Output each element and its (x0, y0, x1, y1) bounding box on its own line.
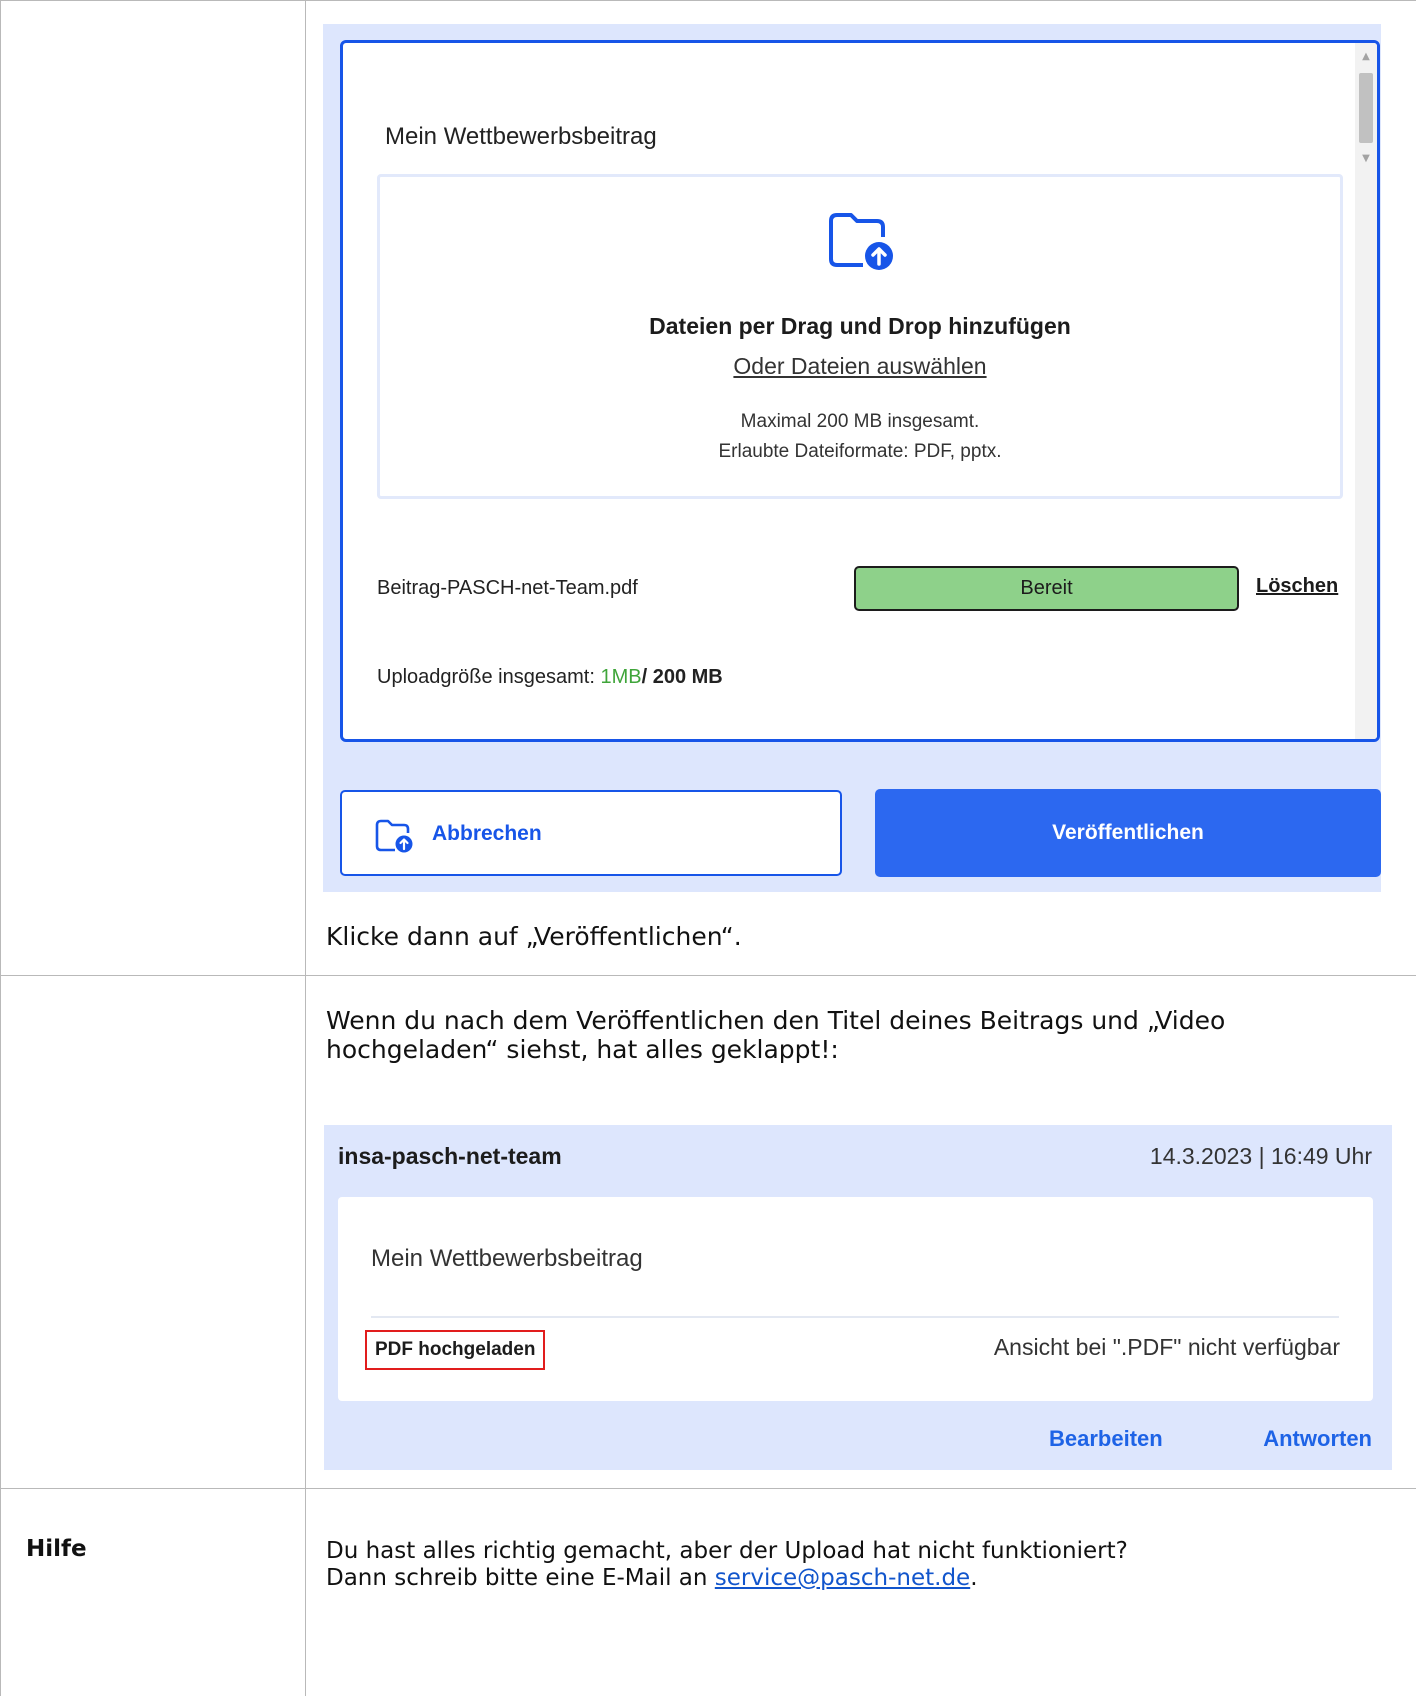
upload-size-used: 1MB (600, 666, 642, 688)
published-post-screenshot: insa-pasch-net-team 14.3.2023 | 16:49 Uh… (324, 1125, 1392, 1470)
upload-size-summary: Uploadgröße insgesamt: 1MB/ 200 MB (377, 666, 723, 689)
help-line-1: Du hast alles richtig gemacht, aber der … (326, 1538, 1128, 1564)
scroll-up-arrow-icon[interactable]: ▲ (1355, 47, 1377, 67)
max-size-note: Maximal 200 MB insgesamt. (740, 411, 980, 432)
upload-size-max: / 200 MB (641, 666, 723, 688)
instruction-success: Wenn du nach dem Veröffentlichen den Tit… (326, 1006, 1226, 1064)
cancel-button[interactable]: Abbrechen (340, 790, 842, 876)
dropzone-note: Maximal 200 MB insgesamt. Erlaubte Datei… (380, 407, 1340, 467)
dialog-title: Mein Wettbewerbsbeitrag (385, 123, 657, 150)
publish-button[interactable]: Veröffentlichen (875, 789, 1381, 877)
table-border-top (0, 0, 1416, 1)
scrollbar[interactable]: ▲ ▼ (1355, 43, 1377, 739)
post-date: 14.3.2023 | 16:49 Uhr (1149, 1143, 1372, 1169)
reply-link[interactable]: Antworten (1263, 1426, 1372, 1452)
post-author: insa-pasch-net-team (338, 1143, 562, 1169)
table-row-divider (0, 975, 1416, 976)
table-column-divider (305, 0, 306, 1696)
post-divider (371, 1316, 1339, 1318)
help-text: Du hast alles richtig gemacht, aber der … (326, 1538, 1386, 1592)
instruction-publish: Klicke dann auf „Veröffentlichen“. (326, 922, 742, 951)
cancel-button-label: Abbrechen (432, 822, 542, 845)
allowed-formats-note: Erlaubte Dateiformate: PDF, pptx. (718, 441, 1002, 462)
edit-link[interactable]: Bearbeiten (1049, 1426, 1163, 1452)
upload-dialog-screenshot: Mein Wettbewerbsbeitrag ▲ ▼ Dateien per … (323, 24, 1381, 892)
post-card: Mein Wettbewerbsbeitrag PDF hochgeladen … (338, 1197, 1373, 1401)
preview-unavailable-note: Ansicht bei ".PDF" nicht verfügbar (993, 1334, 1340, 1360)
delete-file-button[interactable]: Löschen (1256, 575, 1338, 598)
help-line-2: Dann schreib bitte eine E-Mail an servic… (326, 1565, 1386, 1592)
pdf-uploaded-badge: PDF hochgeladen (365, 1330, 546, 1370)
file-dropzone[interactable]: Dateien per Drag und Drop hinzufügen Ode… (377, 174, 1343, 499)
table-row-divider (0, 1488, 1416, 1489)
upload-size-label: Uploadgröße insgesamt: (377, 666, 595, 688)
dropzone-heading: Dateien per Drag und Drop hinzufügen (649, 313, 1071, 339)
table-column-divider (0, 0, 1, 1696)
post-title: Mein Wettbewerbsbeitrag (371, 1245, 643, 1272)
file-status-badge: Bereit (854, 566, 1239, 611)
folder-upload-icon (375, 819, 413, 853)
file-name: Beitrag-PASCH-net-Team.pdf (377, 577, 638, 599)
select-files-link[interactable]: Oder Dateien auswählen (733, 353, 986, 379)
scroll-down-arrow-icon[interactable]: ▼ (1355, 149, 1377, 169)
scrollbar-thumb[interactable] (1359, 73, 1373, 143)
upload-dialog: Mein Wettbewerbsbeitrag ▲ ▼ Dateien per … (340, 40, 1380, 742)
folder-upload-icon (829, 213, 893, 270)
help-line-2-prefix: Dann schreib bitte eine E-Mail an (326, 1565, 715, 1591)
help-line-2-suffix: . (970, 1565, 978, 1591)
help-label: Hilfe (26, 1536, 87, 1562)
support-email-link[interactable]: service@pasch-net.de (715, 1565, 970, 1591)
